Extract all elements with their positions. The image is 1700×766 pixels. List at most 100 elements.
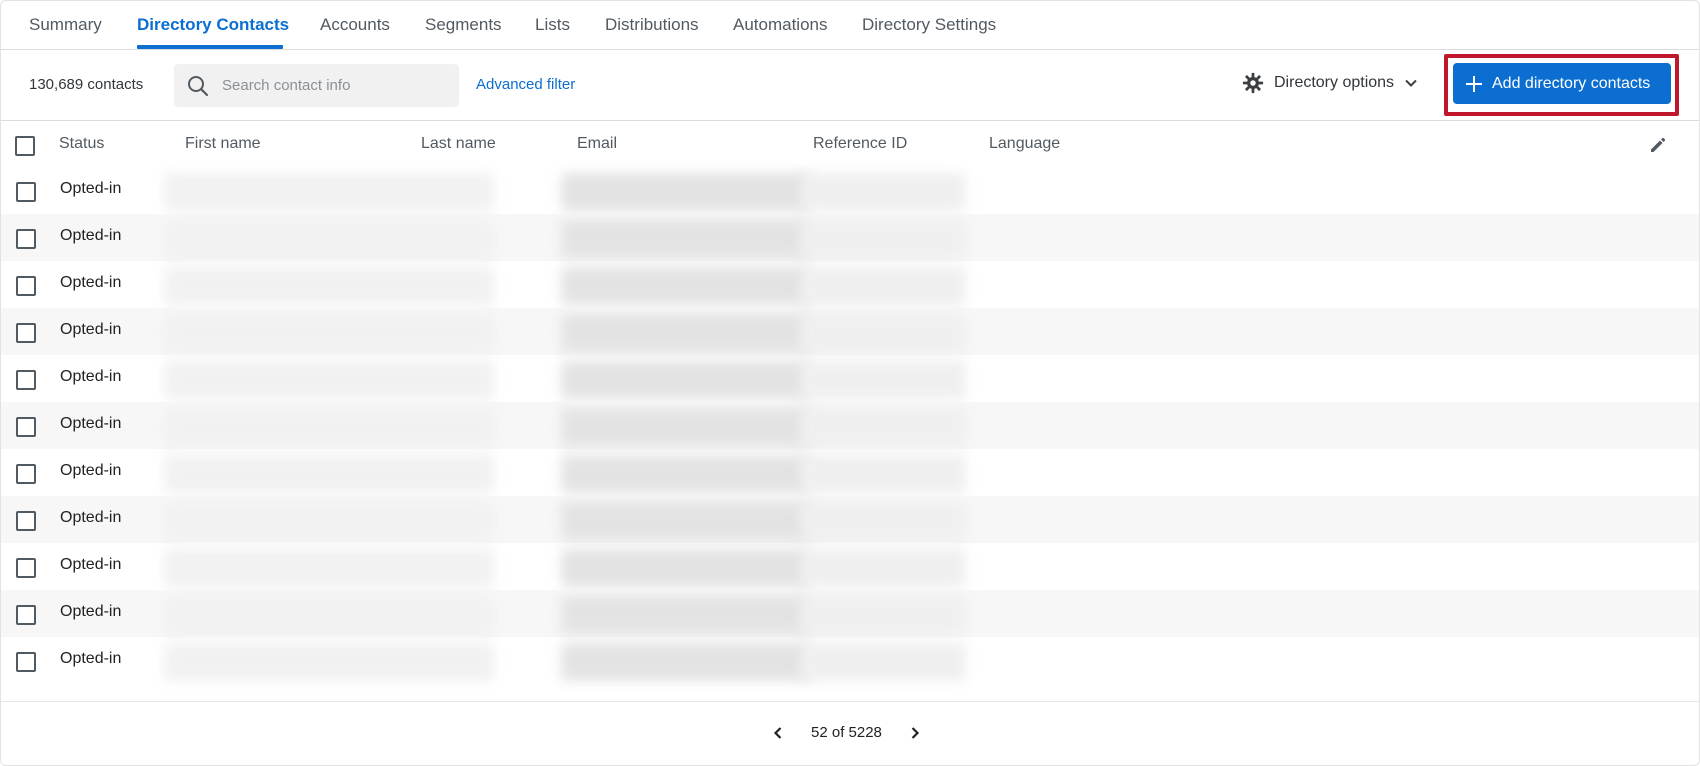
row-checkbox[interactable] [16, 511, 36, 531]
redacted-data [561, 314, 811, 352]
directory-options-button[interactable]: Directory options [1242, 68, 1418, 98]
redacted-data [561, 408, 811, 446]
redacted-data [801, 220, 966, 258]
redacted-data [561, 220, 811, 258]
table-header: Status First name Last name Email Refere… [1, 121, 1699, 167]
chevron-down-icon [1405, 79, 1417, 87]
plus-icon [1466, 75, 1482, 92]
contact-count: 130,689 contacts [29, 76, 144, 93]
redacted-data [164, 173, 494, 211]
redacted-data [561, 173, 811, 211]
row-checkbox[interactable] [16, 605, 36, 625]
tab-lists[interactable]: Lists [535, 15, 570, 35]
row-checkbox[interactable] [16, 276, 36, 296]
column-header-first-name[interactable]: First name [185, 135, 261, 153]
tab-directory-contacts[interactable]: Directory Contacts [137, 15, 289, 35]
redacted-data [801, 455, 966, 493]
tab-automations[interactable]: Automations [733, 15, 828, 35]
column-header-status[interactable]: Status [59, 135, 104, 153]
tab-segments[interactable]: Segments [425, 15, 502, 35]
row-checkbox[interactable] [16, 182, 36, 202]
redacted-data [164, 502, 494, 540]
column-header-language[interactable]: Language [989, 135, 1060, 153]
table-row[interactable]: Opted-in [1, 496, 1699, 543]
redacted-data [164, 408, 494, 446]
redacted-data [801, 361, 966, 399]
redacted-data [561, 455, 811, 493]
table-row[interactable]: Opted-in [1, 308, 1699, 355]
column-header-reference-id[interactable]: Reference ID [813, 135, 907, 153]
tab-directory-settings[interactable]: Directory Settings [862, 15, 996, 35]
redacted-data [164, 314, 494, 352]
redacted-data [801, 502, 966, 540]
tab-bar: Summary Directory Contacts Accounts Segm… [1, 1, 1699, 50]
row-checkbox[interactable] [16, 370, 36, 390]
column-header-email[interactable]: Email [577, 135, 617, 153]
redacted-data [801, 173, 966, 211]
status-cell: Opted-in [60, 227, 122, 244]
redacted-data [561, 267, 811, 305]
row-checkbox[interactable] [16, 323, 36, 343]
tab-distributions[interactable]: Distributions [605, 15, 699, 35]
redacted-data [561, 596, 811, 634]
pagination: 52 of 5228 [771, 724, 922, 741]
advanced-filter-link[interactable]: Advanced filter [476, 76, 575, 93]
redacted-data [561, 549, 811, 587]
active-tab-indicator [137, 45, 283, 49]
row-checkbox[interactable] [16, 464, 36, 484]
redacted-data [164, 455, 494, 493]
add-directory-contacts-button[interactable]: Add directory contacts [1453, 63, 1671, 104]
redacted-data [801, 408, 966, 446]
table-row[interactable]: Opted-in [1, 402, 1699, 449]
row-checkbox[interactable] [16, 652, 36, 672]
table-row[interactable]: Opted-in [1, 449, 1699, 496]
chevron-left-icon[interactable] [771, 726, 785, 740]
add-directory-contacts-label: Add directory contacts [1492, 74, 1651, 92]
status-cell: Opted-in [60, 556, 122, 573]
table-row[interactable]: Opted-in [1, 261, 1699, 308]
status-cell: Opted-in [60, 321, 122, 338]
directory-options-label: Directory options [1274, 74, 1395, 91]
select-all-checkbox[interactable] [15, 136, 35, 156]
table-row[interactable]: Opted-in [1, 590, 1699, 637]
column-header-last-name[interactable]: Last name [421, 135, 496, 153]
table-row[interactable]: Opted-in [1, 543, 1699, 590]
status-cell: Opted-in [60, 650, 122, 667]
table-row[interactable]: Opted-in [1, 637, 1699, 684]
row-checkbox[interactable] [16, 229, 36, 249]
redacted-data [164, 220, 494, 258]
redacted-data [801, 549, 966, 587]
status-cell: Opted-in [60, 509, 122, 526]
redacted-data [801, 643, 966, 681]
row-checkbox[interactable] [16, 558, 36, 578]
toolbar: 130,689 contacts Search contact info Adv… [1, 50, 1699, 121]
table-row[interactable]: Opted-in [1, 214, 1699, 261]
table-row[interactable]: Opted-in [1, 167, 1699, 214]
chevron-right-icon[interactable] [908, 726, 922, 740]
status-cell: Opted-in [60, 415, 122, 432]
search-input[interactable]: Search contact info [174, 64, 459, 107]
redacted-data [801, 267, 966, 305]
redacted-data [164, 361, 494, 399]
redacted-data [561, 643, 811, 681]
row-checkbox[interactable] [16, 417, 36, 437]
status-cell: Opted-in [60, 180, 122, 197]
pagination-bar: 52 of 5228 [1, 701, 1699, 765]
redacted-data [561, 361, 811, 399]
table-row[interactable]: Opted-in [1, 355, 1699, 402]
pencil-icon[interactable] [1648, 135, 1668, 155]
tab-accounts[interactable]: Accounts [320, 15, 390, 35]
status-cell: Opted-in [60, 603, 122, 620]
redacted-data [561, 502, 811, 540]
status-cell: Opted-in [60, 274, 122, 291]
redacted-data [801, 314, 966, 352]
redacted-data [164, 549, 494, 587]
search-placeholder: Search contact info [222, 77, 351, 94]
status-cell: Opted-in [60, 462, 122, 479]
redacted-data [801, 596, 966, 634]
app-frame: Summary Directory Contacts Accounts Segm… [0, 0, 1700, 766]
status-cell: Opted-in [60, 368, 122, 385]
tab-summary[interactable]: Summary [29, 15, 102, 35]
redacted-data [164, 267, 494, 305]
search-icon [188, 76, 209, 97]
